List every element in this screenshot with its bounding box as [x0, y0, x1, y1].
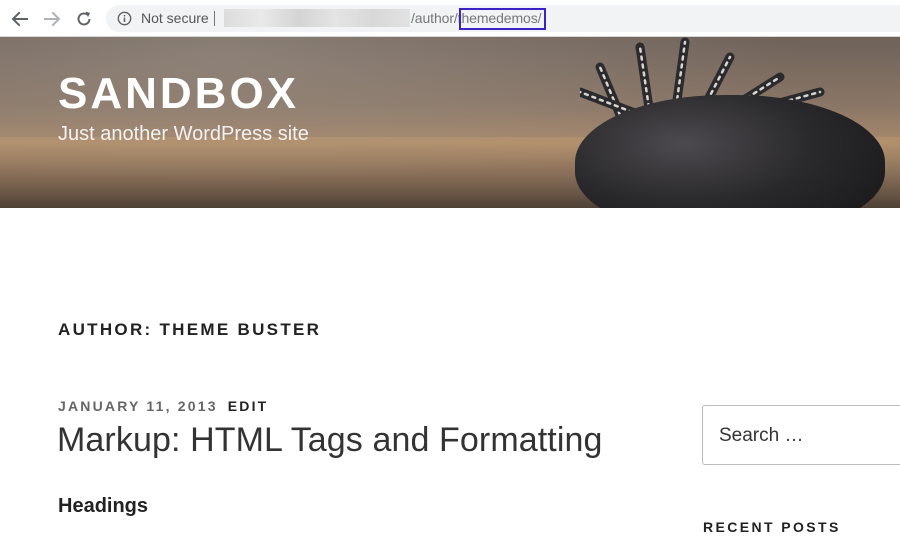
reload-icon	[77, 11, 91, 26]
security-label[interactable]: Not secure	[141, 10, 209, 26]
back-button[interactable]	[9, 8, 31, 30]
address-divider	[214, 11, 215, 26]
post-section-heading: Headings	[58, 495, 149, 517]
recent-posts-title: RECENT POSTS	[703, 519, 841, 535]
reload-button[interactable]	[73, 8, 95, 30]
url-highlight-box	[459, 8, 546, 30]
browser-toolbar: Not secure /author/themedemos/	[0, 0, 900, 37]
post-edit-link[interactable]: EDIT	[228, 398, 269, 414]
arrow-right-icon	[44, 11, 61, 27]
info-icon[interactable]	[117, 11, 132, 26]
search-input[interactable]: Search …	[702, 405, 900, 465]
post-meta: JANUARY 11, 2013 EDIT	[58, 398, 268, 414]
post-date[interactable]: JANUARY 11, 2013	[58, 398, 218, 414]
forward-button[interactable]	[41, 8, 63, 30]
site-tagline: Just another WordPress site	[58, 123, 309, 145]
post-title[interactable]: Markup: HTML Tags and Formatting	[57, 421, 603, 460]
header-banner: SANDBOX Just another WordPress site	[0, 37, 900, 208]
archive-title: AUTHOR: THEME BUSTER	[58, 320, 322, 339]
search-placeholder: Search …	[719, 425, 804, 446]
redacted-domain	[224, 9, 410, 27]
site-title[interactable]: SANDBOX	[58, 69, 299, 119]
arrow-left-icon	[11, 11, 28, 27]
